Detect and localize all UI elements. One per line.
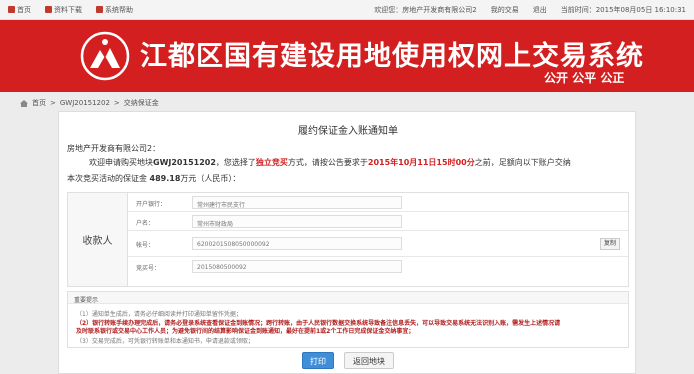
account-number-field[interactable]: 6200201508050000092 [192, 237, 402, 250]
deadline: 2015年10月11日15时00分 [367, 158, 475, 167]
bid-mode: 独立竞买 [255, 158, 288, 167]
tips-box: 重要提示 （1）通知单生成后，请务必仔细阅读并打印通知单留作凭据； （2）银行转… [67, 291, 629, 348]
logo-icon [80, 31, 130, 81]
breadcrumb-separator: > [113, 99, 120, 107]
account-row-bid-number: 竞买号： 2015080500092 [128, 257, 628, 276]
payee-label: 收款人 [68, 193, 128, 286]
help-icon [96, 6, 103, 13]
greeting: 房地产开发商有限公司2： [67, 144, 161, 153]
home-icon [8, 6, 15, 13]
site-title: 江都区国有建设用地使用权网上交易系统 [140, 41, 644, 72]
top-bar: 首页 资料下载 系统帮助 欢迎您：房地产开发商有限公司2 我的交易 退出 当前时… [0, 0, 694, 20]
logout-link[interactable]: 退出 [533, 5, 547, 15]
account-row-number: 帐号： 6200201508050000092 复制 [128, 231, 628, 257]
account-name-field[interactable]: 常州市财政局 [192, 215, 402, 228]
help-link[interactable]: 系统帮助 [96, 5, 133, 15]
site-slogan: 公开 公平 公正 [544, 71, 625, 85]
action-buttons: 打印 返回地块 [59, 352, 637, 369]
tips-header: 重要提示 [68, 292, 628, 304]
notice-body-line2: 本次竞买活动的保证金 489.18万元（人民币）： [67, 174, 241, 183]
breadcrumb-current: 交纳保证金 [123, 99, 159, 107]
bid-number-field[interactable]: 2015080500092 [192, 260, 402, 273]
welcome-text: 欢迎您：房地产开发商有限公司2 [374, 6, 477, 14]
breadcrumb-home[interactable]: 首页 [32, 98, 46, 108]
home-icon [20, 99, 28, 107]
tip-2-cont: 及时联系银行或交易中心工作人员；为避免银行间的结算影响保证金到账通知，最好在提前… [76, 328, 415, 335]
account-table: 收款人 开户银行： 常州建行市民支行 户名： 常州市财政局 帐号： 620020… [67, 192, 629, 287]
deposit-amount: 489.18 [149, 174, 181, 183]
bank-field[interactable]: 常州建行市民支行 [192, 196, 402, 209]
breadcrumb-separator: > [50, 99, 56, 107]
tip-1: （1）通知单生成后，请务必仔细阅读并打印通知单留作凭据； [76, 311, 242, 318]
print-button[interactable]: 打印 [302, 352, 334, 369]
copy-button[interactable]: 复制 [600, 238, 620, 250]
site-banner: 江都区国有建设用地使用权网上交易系统 公开 公平 公正 [0, 20, 694, 92]
notice-body-line1: 欢迎申请购买地块GWJ20151202，您选择了独立竞买方式，请按公告要求于20… [89, 158, 571, 167]
breadcrumb-land[interactable]: GWJ20151202 [60, 99, 110, 107]
account-row-bank: 开户银行： 常州建行市民支行 [128, 193, 628, 212]
land-number: GWJ20151202 [153, 158, 216, 167]
current-time: 当前时间：2015年08月05日 16:10:31 [560, 6, 686, 14]
account-row-name: 户名： 常州市财政局 [128, 212, 628, 231]
download-link[interactable]: 资料下载 [45, 5, 82, 15]
tip-3: （3）交易完成后，可凭银行转账单和本通知书，申请退款或领取； [76, 338, 254, 345]
breadcrumb: 首页 > GWJ20151202 > 交纳保证金 [20, 98, 159, 108]
my-deals-link[interactable]: 我的交易 [491, 5, 519, 15]
back-to-land-button[interactable]: 返回地块 [344, 352, 394, 369]
download-icon [45, 6, 52, 13]
notice-panel: 履约保证金入账通知单 房地产开发商有限公司2： 欢迎申请购买地块GWJ20151… [58, 111, 636, 374]
notice-title: 履约保证金入账通知单 [298, 126, 398, 137]
home-link[interactable]: 首页 [8, 5, 31, 15]
